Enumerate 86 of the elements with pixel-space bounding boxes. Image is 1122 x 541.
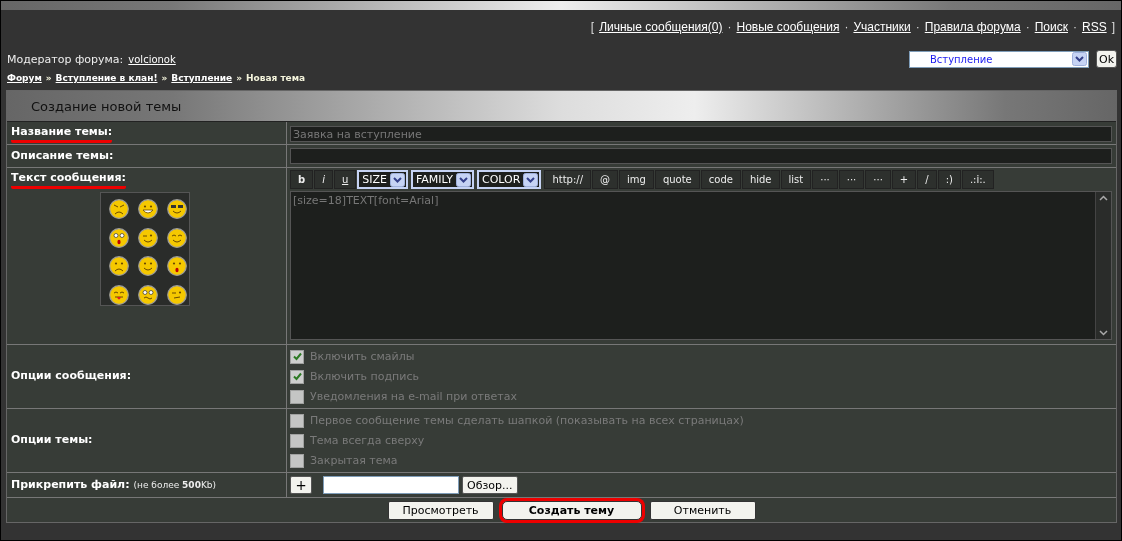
checkbox[interactable] xyxy=(290,349,304,364)
nav-link[interactable]: RSS xyxy=(1081,20,1107,37)
field-label: Описание темы: xyxy=(11,148,114,164)
toolbar-button[interactable]: ··· xyxy=(838,170,865,189)
toolbar-select[interactable]: SIZE xyxy=(357,170,408,189)
breadcrumb-separator: » xyxy=(161,73,168,85)
nav-link[interactable]: Правила форума xyxy=(924,20,1021,37)
toolbar-button[interactable]: code xyxy=(700,170,741,189)
smiley-icon[interactable] xyxy=(138,227,158,248)
nav-link[interactable]: Участники xyxy=(853,20,911,37)
toolbar-select[interactable]: COLOR xyxy=(477,170,542,189)
toolbar-button[interactable]: :) xyxy=(937,170,961,189)
smiley-icon[interactable] xyxy=(138,256,158,276)
moderator-link[interactable]: volcionok xyxy=(128,53,176,65)
field-label: Название темы: xyxy=(11,125,113,143)
panel-title: Создание новой темы xyxy=(31,98,182,114)
smiley-icon[interactable] xyxy=(167,256,187,276)
breadcrumb-separator: » xyxy=(45,73,52,85)
toolbar-button[interactable]: ··· xyxy=(865,170,891,189)
field-label: Опции сообщения: xyxy=(11,369,132,384)
toolbar-button[interactable]: .:i:. xyxy=(961,170,994,189)
smiley-icon[interactable] xyxy=(167,284,187,305)
checkbox[interactable] xyxy=(290,389,304,404)
smiley-icon[interactable] xyxy=(109,256,129,276)
scrollbar[interactable] xyxy=(1095,192,1111,339)
checkbox[interactable] xyxy=(290,369,304,384)
smiley-icon[interactable] xyxy=(138,199,158,219)
nav-link[interactable]: Новые сообщения xyxy=(736,20,840,37)
nav-bracket: [ xyxy=(590,20,595,36)
add-file-button[interactable]: + xyxy=(290,476,312,494)
breadcrumb-separator: » xyxy=(236,73,242,85)
form-button[interactable]: Отменить xyxy=(649,500,756,520)
nav-bracket: ] xyxy=(1111,20,1115,36)
title-input[interactable]: Заявка на вступление xyxy=(290,126,1112,142)
toolbar-button[interactable]: u xyxy=(333,170,357,189)
form-button[interactable]: Просмотреть xyxy=(387,500,494,520)
checkbox-label: Тема всегда сверху xyxy=(310,434,425,447)
checkbox[interactable] xyxy=(290,413,304,428)
checkbox-label: Уведомления на e-mail при ответах xyxy=(310,390,517,403)
toolbar-button[interactable]: img xyxy=(619,170,654,189)
toolbar-button[interactable]: http:// xyxy=(544,170,591,189)
breadcrumb-link[interactable]: Вступление xyxy=(171,73,233,88)
toolbar-button[interactable]: list xyxy=(780,170,812,189)
toolbar-button[interactable]: hide xyxy=(741,170,780,189)
breadcrumb-link[interactable]: Форум xyxy=(7,73,42,88)
toolbar-button[interactable]: + xyxy=(891,170,917,189)
nav-link[interactable]: Поиск xyxy=(1034,20,1068,37)
file-input[interactable] xyxy=(323,476,459,494)
breadcrumb-link[interactable]: Вступление в клан! xyxy=(55,73,158,88)
smiley-icon[interactable] xyxy=(167,199,187,219)
checkbox[interactable] xyxy=(290,453,304,468)
nav-separator: · xyxy=(1025,20,1030,36)
nav-link[interactable]: Личные сообщения(0) xyxy=(599,20,723,37)
description-input[interactable] xyxy=(290,148,1112,164)
nav-separator: · xyxy=(915,20,920,36)
moderator-label: Модератор форума: xyxy=(7,52,124,66)
checkbox-label: Закрытая тема xyxy=(310,454,398,467)
toolbar-button[interactable]: i xyxy=(314,170,333,189)
smiley-icon[interactable] xyxy=(109,199,129,219)
smiley-icon[interactable] xyxy=(109,284,129,305)
ok-button[interactable]: Ok xyxy=(1095,50,1117,68)
field-label: Прикрепить файл: xyxy=(11,477,130,493)
forum-select[interactable]: Вступление xyxy=(908,50,1089,68)
message-textarea[interactable]: [size=18]TEXT[font=Arial] xyxy=(290,191,1112,340)
toolbar-select[interactable]: FAMILY xyxy=(411,170,474,189)
toolbar-button[interactable]: b xyxy=(290,170,314,189)
smiley-icon[interactable] xyxy=(138,284,158,305)
smiley-icon[interactable] xyxy=(167,227,187,248)
nav-separator: · xyxy=(727,20,732,36)
checkbox[interactable] xyxy=(290,433,304,448)
toolbar-button[interactable]: @ xyxy=(592,170,618,189)
toolbar-button[interactable]: / xyxy=(917,170,937,189)
checkbox-label: Включить смайлы xyxy=(310,350,415,363)
nav-separator: · xyxy=(1072,20,1077,36)
browse-button[interactable]: Обзор... xyxy=(462,476,518,494)
breadcrumb-current: Новая тема xyxy=(246,73,306,85)
field-label: Опции темы: xyxy=(11,433,93,448)
checkbox-label: Первое сообщение темы сделать шапкой (показывать на всех страницах) xyxy=(310,414,744,427)
size-note: (не более 500Kb) xyxy=(133,480,217,490)
form-button[interactable]: Создать тему xyxy=(501,500,642,520)
nav-separator: · xyxy=(844,20,849,36)
smiley-icon[interactable] xyxy=(109,227,129,248)
toolbar-button[interactable]: quote xyxy=(654,170,700,189)
checkbox-label: Включить подпись xyxy=(310,370,419,383)
field-label: Текст сообщения: xyxy=(11,171,126,189)
toolbar-button[interactable]: ··· xyxy=(812,170,838,189)
